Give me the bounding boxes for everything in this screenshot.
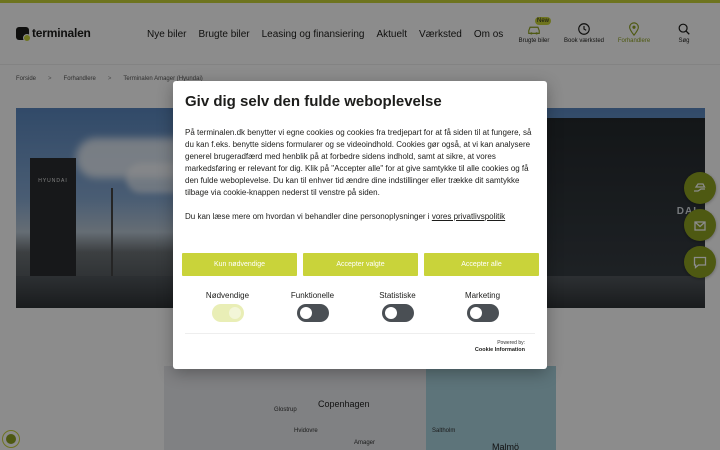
dialog-divider xyxy=(185,333,535,334)
powered-by-label: Powered by: xyxy=(497,340,525,346)
powered-by: Powered by: Cookie Information xyxy=(475,340,525,354)
toggle-label: Nødvendige xyxy=(205,291,250,300)
body-fade xyxy=(173,239,547,249)
privacy-policy-link[interactable]: vores privatlivspolitik xyxy=(432,212,505,221)
privacy-prefix: Du kan læse mere om hvordan vi behandler… xyxy=(185,212,432,221)
cookie-text: På terminalen.dk benytter vi egne cookie… xyxy=(185,128,532,197)
toggle-group-statistics: Statistiske xyxy=(358,291,438,322)
marketing-toggle[interactable] xyxy=(466,304,499,322)
cookie-dialog-body: På terminalen.dk benytter vi egne cookie… xyxy=(185,127,537,247)
accept-selected-button[interactable]: Accepter valgte xyxy=(303,253,418,276)
toggle-group-necessary: Nødvendige xyxy=(188,291,268,322)
toggle-group-functional: Funktionelle xyxy=(273,291,353,322)
toggle-label: Statistiske xyxy=(379,291,416,300)
statistics-toggle[interactable] xyxy=(381,304,414,322)
cookie-toggles: Nødvendige Funktionelle Statistiske Mark… xyxy=(173,291,547,322)
cookie-information-logo[interactable]: Cookie Information xyxy=(475,347,525,353)
cookie-consent-dialog: Giv dig selv den fulde weboplevelse På t… xyxy=(173,81,547,369)
cookie-button-row: Kun nødvendige Accepter valgte Accepter … xyxy=(182,253,539,276)
cookie-dialog-title: Giv dig selv den fulde weboplevelse xyxy=(185,93,442,110)
cookie-privacy-text: Du kan læse mere om hvordan vi behandler… xyxy=(185,211,537,223)
necessary-toggle xyxy=(211,304,244,322)
accept-all-button[interactable]: Accepter alle xyxy=(424,253,539,276)
only-necessary-button[interactable]: Kun nødvendige xyxy=(182,253,297,276)
toggle-label: Funktionelle xyxy=(290,291,335,300)
functional-toggle[interactable] xyxy=(296,304,329,322)
toggle-group-marketing: Marketing xyxy=(443,291,523,322)
toggle-label: Marketing xyxy=(464,291,501,300)
